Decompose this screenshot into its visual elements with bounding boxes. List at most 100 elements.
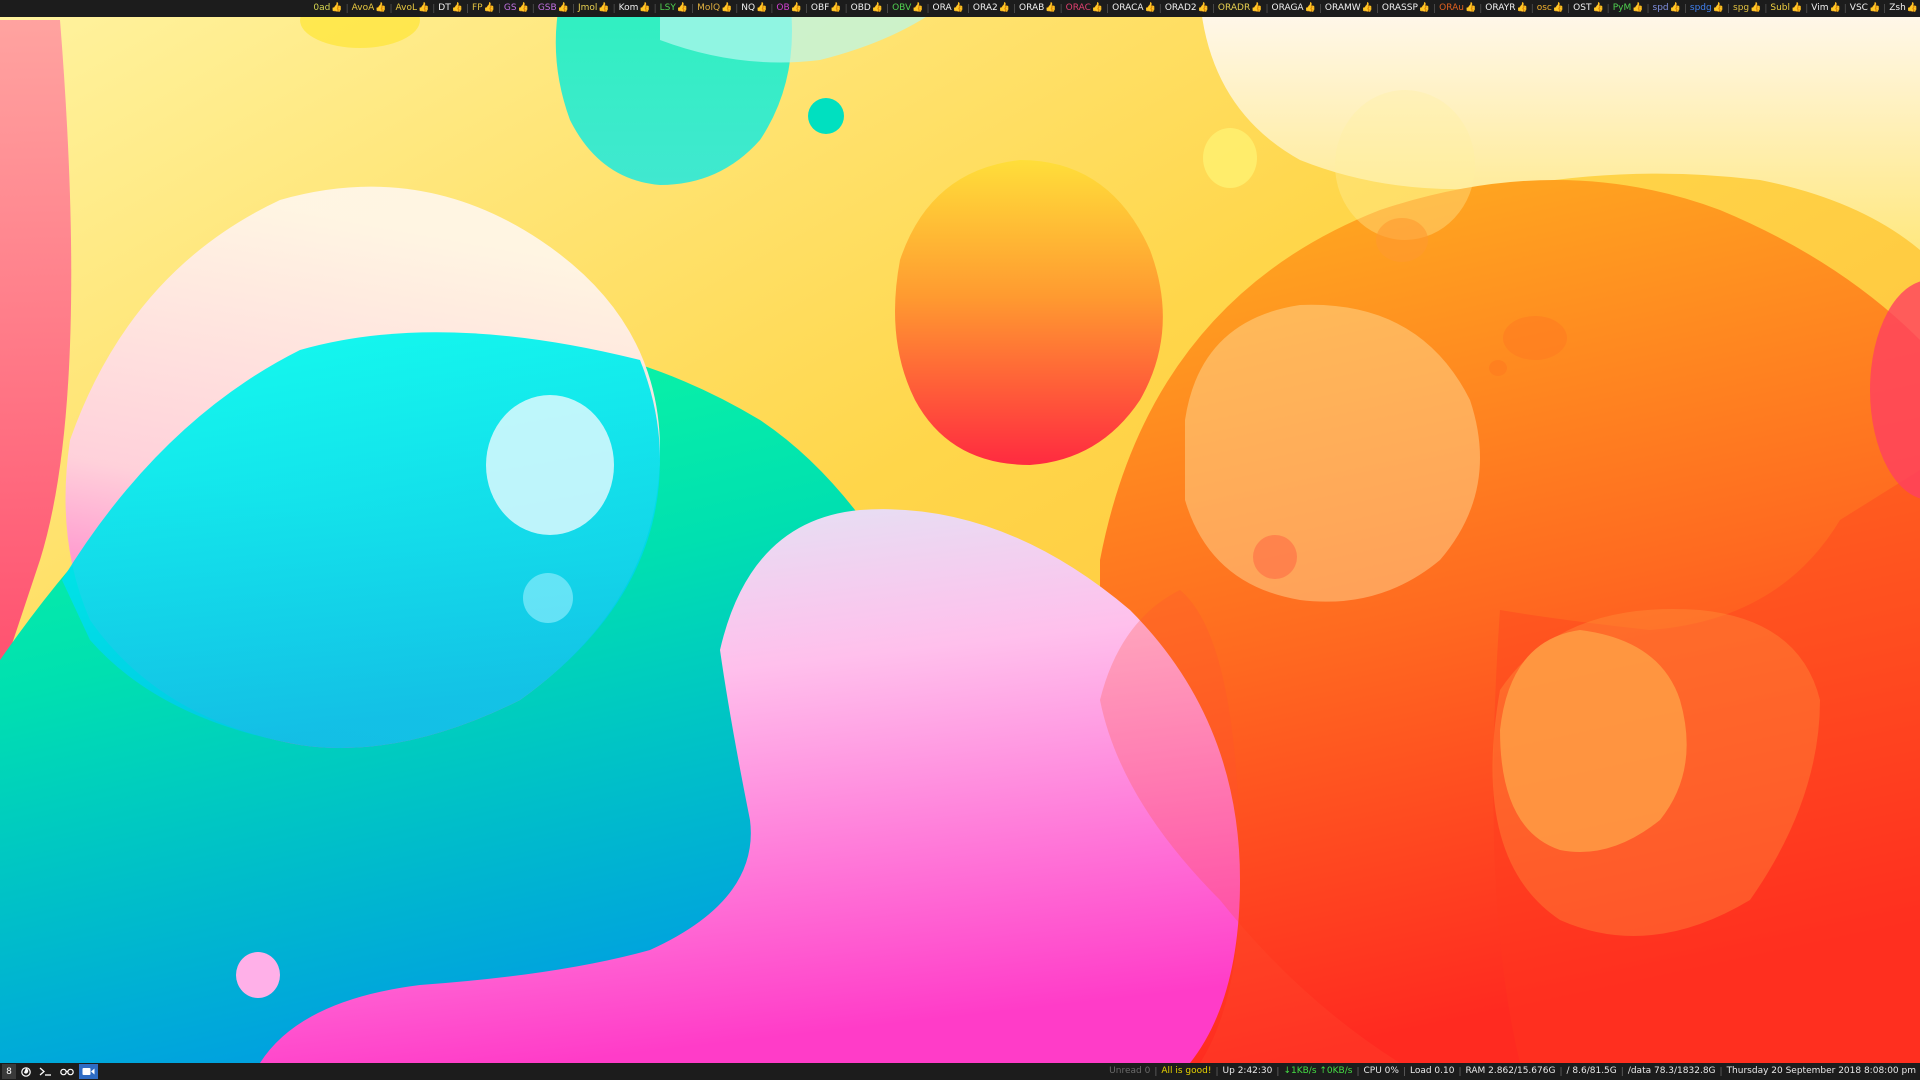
thumbs-up-icon: 👍 [598, 3, 610, 13]
thumbs-up-icon: 👍 [1361, 3, 1373, 13]
top-bar-item-zsh[interactable]: Zsh 👍 [1889, 0, 1918, 17]
top-bar-item-orad2[interactable]: ORAD2 👍 [1165, 0, 1209, 17]
top-bar-item-orac[interactable]: ORAC 👍 [1066, 0, 1103, 17]
thumbs-up-icon: 👍 [451, 3, 463, 13]
separator: | [735, 3, 739, 14]
system-status: Unread 0 | All is good! | Up 2:42:30 | ↓1KB/s … [1109, 1063, 1920, 1080]
top-bar-item-dt[interactable]: DT 👍 [438, 0, 463, 17]
separator: | [1805, 3, 1809, 14]
workspace-video[interactable] [79, 1064, 98, 1079]
separator: | [1530, 3, 1534, 14]
top-bar-item-ost[interactable]: OST 👍 [1573, 0, 1604, 17]
thumbs-up-icon: 👍 [998, 3, 1010, 13]
thumbs-up-icon: 👍 [1669, 3, 1681, 13]
thumbs-up-icon: 👍 [952, 3, 964, 13]
top-bar-item-vim[interactable]: Vim 👍 [1811, 0, 1840, 17]
thumbs-up-icon: 👍 [1045, 3, 1057, 13]
top-bar-item-oradr[interactable]: ORADR 👍 [1218, 0, 1263, 17]
top-bar-item-jmol[interactable]: Jmol 👍 [578, 0, 610, 17]
top-bar-item-subl[interactable]: Subl 👍 [1770, 0, 1802, 17]
terminal-icon [39, 1067, 51, 1076]
thumbs-up-icon: 👍 [721, 3, 733, 13]
separator: | [926, 3, 930, 14]
separator: | [1215, 1066, 1219, 1077]
top-bar-item-nq[interactable]: NQ 👍 [741, 0, 767, 17]
top-bar-item-spdg[interactable]: spdg 👍 [1690, 0, 1724, 17]
top-bar-item-obv[interactable]: OBV 👍 [892, 0, 923, 17]
top-bar-item-ora2[interactable]: ORA2 👍 [973, 0, 1010, 17]
top-bar-item-gsb[interactable]: GSB 👍 [538, 0, 569, 17]
top-bar-item-orab[interactable]: ORAB 👍 [1019, 0, 1057, 17]
top-bar-item-avoa[interactable]: AvoA 👍 [352, 0, 387, 17]
status-datetime: Thursday 20 September 2018 8:08:00 pm [1726, 1066, 1916, 1076]
workspace-8[interactable]: 8 [2, 1064, 16, 1079]
thumbs-up-icon: 👍 [1791, 3, 1803, 13]
separator: | [1318, 3, 1322, 14]
top-bar-item-ob[interactable]: OB 👍 [776, 0, 801, 17]
top-bar-item-lsy[interactable]: LSY 👍 [660, 0, 688, 17]
top-bar-item-oraca[interactable]: ORACA 👍 [1112, 0, 1156, 17]
thumbs-up-icon: 👍 [483, 3, 495, 13]
thumbs-up-icon: 👍 [1632, 3, 1644, 13]
top-bar-item-label: 0ad [313, 3, 331, 13]
top-bar-item-ora[interactable]: ORA 👍 [933, 0, 964, 17]
thumbs-up-icon: 👍 [418, 3, 430, 13]
thumbs-up-icon: 👍 [1144, 3, 1156, 13]
glasses-icon [60, 1068, 74, 1075]
separator: | [1458, 1066, 1462, 1077]
separator: | [1843, 3, 1847, 14]
separator: | [966, 3, 970, 14]
top-bar-item-0ad[interactable]: 0ad 👍 [313, 0, 342, 17]
top-bar-item-fp[interactable]: FP 👍 [472, 0, 495, 17]
top-bar-item-spd[interactable]: spd 👍 [1653, 0, 1681, 17]
separator: | [1683, 3, 1687, 14]
workspace-switcher: 8 [0, 1063, 98, 1080]
top-bar-item-orau[interactable]: ORAu 👍 [1439, 0, 1476, 17]
top-bar-item-label: LSY [659, 3, 676, 13]
top-bar-item-avol[interactable]: AvoL 👍 [396, 0, 430, 17]
top-bar-item-label: spg [1733, 3, 1750, 13]
top-bar-item-orassp[interactable]: ORASSP 👍 [1382, 0, 1430, 17]
separator: | [1356, 1066, 1360, 1077]
top-bar-item-kom[interactable]: Kom 👍 [619, 0, 651, 17]
top-bar-item-vsc[interactable]: VSC 👍 [1850, 0, 1880, 17]
thumbs-up-icon: 👍 [375, 3, 387, 13]
separator: | [531, 3, 535, 14]
status-cpu: CPU 0% [1363, 1066, 1399, 1076]
status-disk-root: / 8.6/81.5G [1566, 1066, 1617, 1076]
thumbs-up-icon: 👍 [557, 3, 569, 13]
top-bar-item-oraga[interactable]: ORAGA 👍 [1271, 0, 1315, 17]
top-bar-item-orayr[interactable]: ORAYR 👍 [1485, 0, 1527, 17]
top-bar-item-obf[interactable]: OBF 👍 [811, 0, 842, 17]
separator: | [1158, 3, 1162, 14]
workspace-label: 8 [6, 1066, 12, 1077]
top-bar-item-label: AvoA [351, 3, 375, 13]
top-bar-item-molq[interactable]: MolQ 👍 [697, 0, 732, 17]
thumbs-up-icon: 👍 [912, 3, 924, 13]
thumbs-up-icon: 👍 [871, 3, 884, 13]
separator: | [1106, 3, 1110, 14]
workspace-terminal[interactable] [36, 1064, 55, 1079]
top-bar-item-label: ORAu [1439, 3, 1465, 13]
top-bar-item-label: ORAGA [1271, 3, 1304, 13]
thumbs-up-icon: 👍 [1906, 3, 1918, 13]
top-bar-item-oramw[interactable]: ORAMW 👍 [1325, 0, 1373, 17]
top-bar-item-label: ORASSP [1381, 3, 1418, 13]
top-bar-item-gs[interactable]: GS 👍 [504, 0, 529, 17]
top-bar-item-label: ORACA [1112, 3, 1144, 13]
top-bar-item-label: Subl [1770, 3, 1791, 13]
top-bar-item-osc[interactable]: osc 👍 [1537, 0, 1564, 17]
separator: | [497, 3, 501, 14]
top-bar-item-label: FP [472, 3, 483, 13]
workspace-glasses[interactable] [57, 1064, 77, 1079]
status-uptime: Up 2:42:30 [1222, 1066, 1273, 1076]
top-bar-item-label: ORADR [1217, 3, 1251, 13]
separator: | [1402, 1066, 1406, 1077]
top-bar-item-spg[interactable]: spg 👍 [1733, 0, 1761, 17]
workspace-firefox[interactable] [18, 1064, 34, 1079]
top-bar-item-label: Vim [1811, 3, 1829, 13]
top-bar-item-pym[interactable]: PyM 👍 [1613, 0, 1644, 17]
status-disk-data: /data 78.3/1832.8G [1627, 1066, 1716, 1076]
top-bar-item-label: Jmol [577, 3, 598, 13]
top-bar-item-obd[interactable]: OBD 👍 [851, 0, 883, 17]
